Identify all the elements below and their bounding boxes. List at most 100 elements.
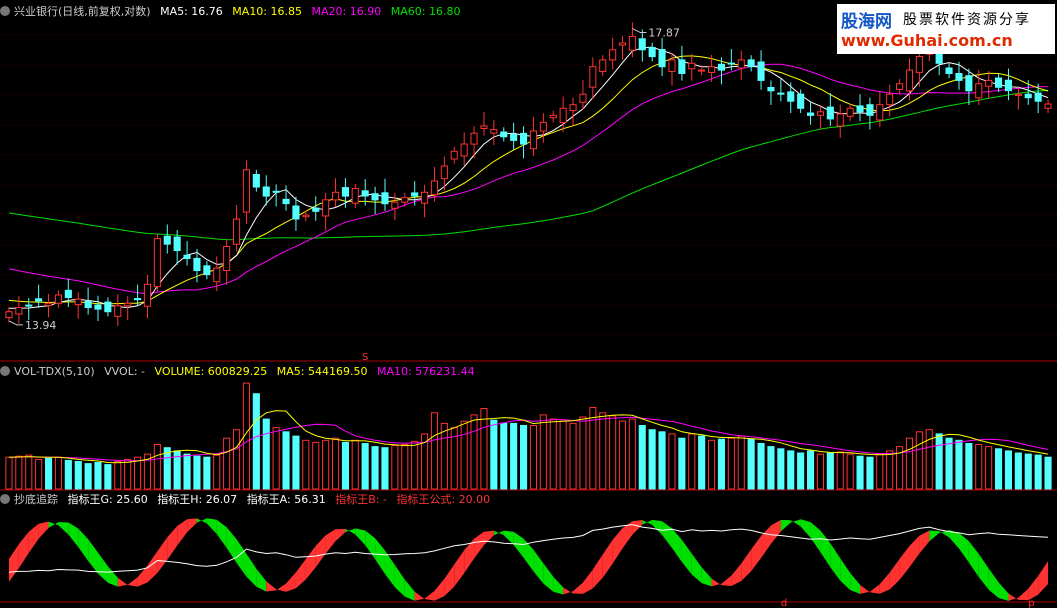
indicator-ribbon bbox=[1008, 593, 1019, 601]
volume-bar bbox=[678, 437, 686, 490]
volume-bar bbox=[223, 437, 231, 490]
indicator-ribbon bbox=[602, 539, 613, 578]
indicator-ribbon bbox=[840, 558, 851, 590]
volume-bar bbox=[816, 453, 825, 490]
panel-menu-icon[interactable] bbox=[0, 366, 10, 376]
candle bbox=[816, 111, 825, 116]
candle bbox=[757, 61, 765, 81]
candle bbox=[391, 201, 399, 209]
main-panel-header: 兴业银行(日线,前复权,对数) MA5: 16.76 MA10: 16.85 M… bbox=[0, 3, 466, 21]
volume-bar bbox=[846, 453, 854, 490]
candle bbox=[510, 133, 518, 141]
indicator-ribbon bbox=[88, 539, 99, 574]
volume-bar bbox=[945, 437, 953, 490]
volume-bar bbox=[1004, 450, 1013, 490]
indicator-ribbon bbox=[899, 545, 910, 580]
volume-bar bbox=[312, 441, 320, 490]
volume-bar bbox=[35, 458, 43, 490]
indicator-ribbon bbox=[533, 549, 544, 584]
volume-bar bbox=[985, 446, 993, 490]
volume-bar bbox=[935, 433, 943, 490]
volume-bar bbox=[272, 427, 280, 490]
indicator-ribbon bbox=[800, 519, 811, 538]
candle bbox=[84, 301, 92, 308]
volume-bar bbox=[520, 425, 528, 490]
indicator-ribbon bbox=[978, 553, 989, 590]
candle bbox=[45, 302, 53, 306]
indicator-ribbon bbox=[276, 583, 287, 592]
candle bbox=[500, 131, 508, 138]
indicator-ribbon bbox=[187, 518, 197, 533]
ma5-legend: MA5: 16.76 bbox=[160, 5, 223, 18]
indicator-ribbon bbox=[98, 552, 108, 583]
indicator-h-legend: 指标王H: 26.07 bbox=[157, 493, 238, 506]
candle bbox=[717, 63, 726, 71]
indicator-ribbon bbox=[721, 575, 732, 586]
candle bbox=[312, 207, 320, 212]
volume-bar bbox=[361, 443, 369, 490]
candle bbox=[975, 83, 983, 99]
indicator-ribbon bbox=[177, 519, 188, 546]
candle bbox=[480, 125, 488, 129]
candle bbox=[74, 298, 82, 306]
candle bbox=[876, 104, 884, 121]
indicator-ribbon bbox=[909, 535, 920, 568]
volume-bar bbox=[836, 451, 844, 490]
candle bbox=[411, 192, 419, 197]
volume-bar bbox=[64, 459, 72, 490]
candle bbox=[767, 87, 775, 92]
indicator-ribbon bbox=[1028, 575, 1039, 601]
candle bbox=[351, 188, 359, 204]
volume-bar bbox=[203, 456, 211, 490]
volume-bar bbox=[233, 429, 241, 490]
indicator-ribbon bbox=[503, 530, 514, 545]
candle bbox=[856, 105, 864, 113]
ma5-line bbox=[8, 46, 1049, 309]
candle bbox=[143, 283, 151, 307]
indicator-ribbon bbox=[988, 568, 999, 599]
candle bbox=[549, 114, 557, 119]
volume-bar bbox=[886, 450, 894, 490]
candle bbox=[292, 205, 300, 220]
volume-bar bbox=[54, 456, 63, 490]
candle bbox=[777, 92, 785, 95]
indicator-ribbon bbox=[998, 582, 1009, 601]
indicator-ribbon bbox=[196, 518, 207, 524]
candle bbox=[183, 254, 191, 259]
candle bbox=[401, 197, 409, 203]
indicator-ribbon bbox=[879, 572, 890, 594]
indicator-ribbon bbox=[592, 554, 603, 589]
indicator-ribbon bbox=[28, 523, 39, 553]
volume-bar bbox=[965, 443, 973, 490]
volume-bar bbox=[905, 437, 914, 490]
volume-bar bbox=[213, 454, 221, 490]
volume-bar bbox=[322, 439, 330, 490]
panel-menu-icon[interactable] bbox=[0, 494, 10, 504]
volume-ma10-legend: MA10: 576231.44 bbox=[376, 365, 475, 378]
indicator-ribbon bbox=[404, 579, 415, 601]
indicator-ribbon bbox=[691, 553, 702, 584]
ma10-legend: MA10: 16.85 bbox=[232, 5, 303, 18]
indicator-ribbon bbox=[652, 519, 663, 535]
panel-menu-icon[interactable] bbox=[0, 6, 10, 16]
candle bbox=[638, 38, 646, 51]
indicator-ribbon bbox=[394, 565, 405, 597]
candle bbox=[450, 150, 458, 160]
candle bbox=[737, 59, 745, 69]
candle bbox=[1004, 79, 1013, 92]
indicator-ribbon bbox=[671, 528, 682, 563]
volume-bar bbox=[747, 438, 755, 490]
candle bbox=[490, 129, 498, 134]
candle bbox=[807, 112, 815, 116]
high-label: 17.87 bbox=[648, 27, 680, 40]
candle bbox=[747, 59, 755, 68]
volume-bar bbox=[955, 439, 963, 490]
candle bbox=[727, 62, 735, 65]
indicator-ribbon bbox=[266, 581, 277, 592]
main-title: 兴业银行(日线,前复权,对数) bbox=[14, 5, 151, 18]
ma60-line bbox=[8, 89, 1049, 241]
candle bbox=[569, 104, 577, 112]
indicator-ribbon bbox=[48, 521, 59, 528]
indicator-ribbon bbox=[375, 538, 386, 574]
candle bbox=[955, 73, 963, 81]
